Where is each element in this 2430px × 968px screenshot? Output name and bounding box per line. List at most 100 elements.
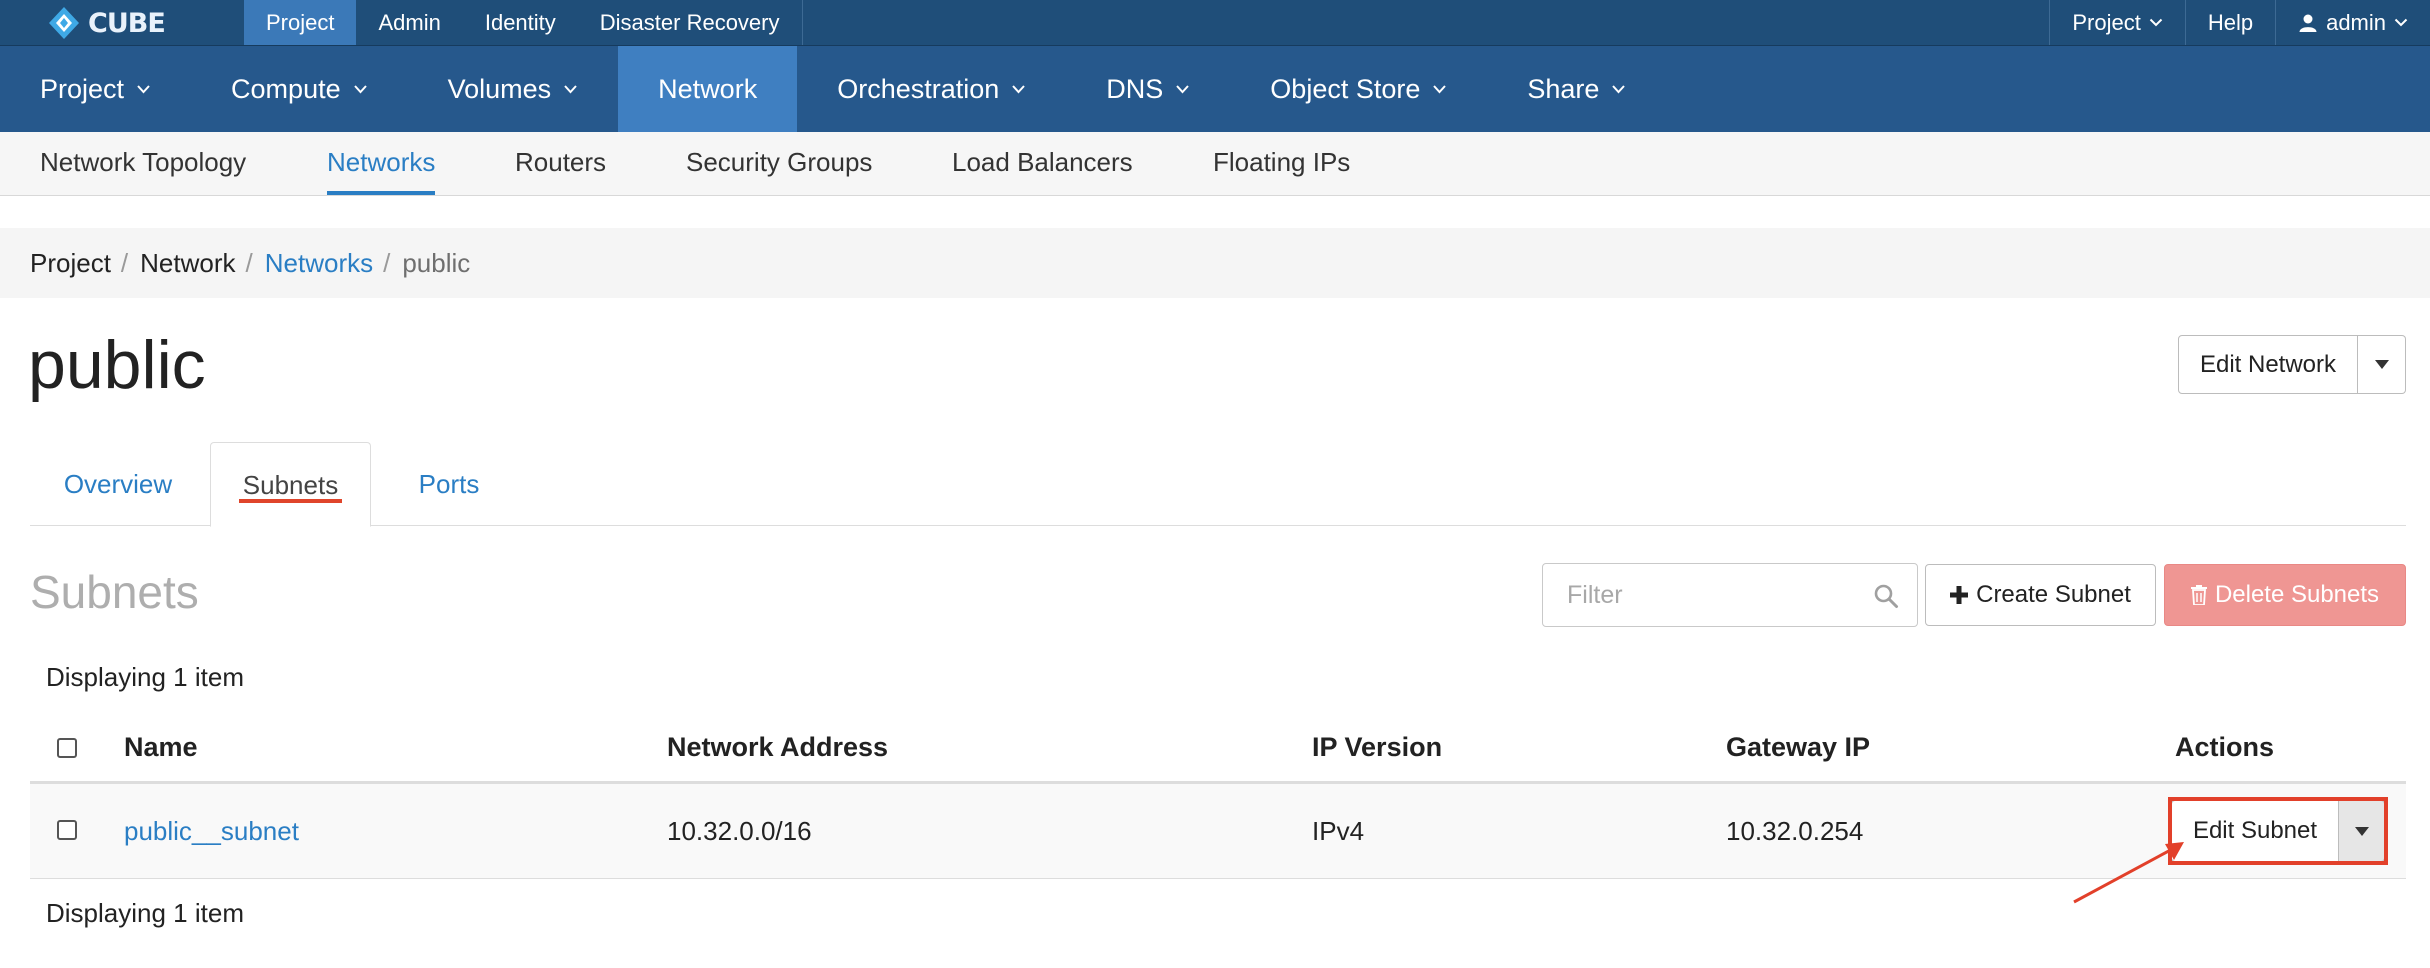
project-selector[interactable]: Project [2049, 0, 2184, 45]
create-subnet-button[interactable]: Create Subnet [1925, 564, 2156, 626]
tab-overview-label: Overview [63, 469, 173, 499]
subnav-load-balancers[interactable]: Load Balancers [952, 132, 1133, 195]
chevron-down-icon [1433, 85, 1447, 94]
caret-down-icon [2374, 360, 2389, 369]
chevron-down-icon [2149, 18, 2163, 27]
column-ip-version[interactable]: IP Version [1312, 714, 1442, 781]
subnet-name-link[interactable]: public__subnet [124, 784, 299, 878]
nav-project-label: Project [40, 74, 125, 104]
top-tab-project[interactable]: Project [244, 0, 357, 45]
breadcrumb-networks-link[interactable]: Networks [265, 248, 373, 279]
filter-input[interactable] [1543, 564, 1863, 626]
trash-icon [2190, 585, 2207, 605]
row-actions: Edit Subnet [2168, 797, 2388, 865]
top-level-tabs: Project Admin Identity Disaster Recovery [244, 0, 803, 45]
row-checkbox[interactable] [57, 820, 77, 840]
nav-volumes[interactable]: Volumes [408, 46, 619, 132]
breadcrumb-separator: / [245, 247, 253, 278]
tab-subnets[interactable]: Subnets [210, 442, 371, 527]
nav-object-store-label: Object Store [1270, 74, 1421, 104]
help-label: Help [2207, 10, 2254, 35]
column-network-address[interactable]: Network Address [667, 714, 888, 781]
nav-project[interactable]: Project [0, 46, 191, 132]
plus-icon [1950, 586, 1969, 604]
network-actions-dropdown[interactable] [2358, 335, 2406, 394]
chevron-down-icon [353, 85, 367, 94]
nav-dns[interactable]: DNS [1066, 46, 1230, 132]
display-count-top: Displaying 1 item [46, 662, 244, 692]
row-actions-dropdown[interactable] [2339, 800, 2385, 862]
chevron-down-icon [137, 85, 150, 94]
brand[interactable]: CUBE [46, 0, 166, 46]
column-actions: Actions [2175, 732, 2275, 762]
tab-ports-label: Ports [418, 469, 480, 499]
chevron-down-icon [564, 85, 577, 94]
nav-dns-label: DNS [1106, 74, 1164, 104]
nav-network[interactable]: Network [618, 46, 798, 132]
main-navigation: Project Compute Volumes Network Orchestr… [0, 46, 2430, 132]
chevron-down-icon [1012, 85, 1026, 94]
tab-subnets-label: Subnets [242, 470, 339, 500]
column-name[interactable]: Name [124, 714, 198, 781]
delete-subnets-button[interactable]: Delete Subnets [2164, 564, 2406, 626]
breadcrumb-separator: / [120, 247, 129, 278]
table-row: public__subnet 10.32.0.0/16 IPv4 10.32.0… [30, 784, 2406, 879]
top-tab-admin[interactable]: Admin [356, 0, 462, 45]
column-gateway-ip[interactable]: Gateway IP [1726, 714, 1870, 781]
tab-overview[interactable]: Overview [30, 442, 206, 526]
edit-network-button[interactable]: Edit Network [2178, 335, 2358, 394]
user-label: admin [2326, 10, 2386, 35]
nav-compute-label: Compute [231, 74, 341, 104]
subnav-networks[interactable]: Networks [327, 132, 436, 195]
breadcrumb-network: Network [140, 247, 236, 278]
nav-share[interactable]: Share [1487, 46, 1666, 132]
breadcrumb-project: Project [30, 247, 111, 278]
delete-subnets-label: Delete Subnets [2214, 581, 2380, 608]
top-bar: CUBE Project Admin Identity Disaster Rec… [0, 0, 2430, 46]
chevron-down-icon [1176, 85, 1190, 94]
subnav-routers[interactable]: Routers [515, 132, 606, 195]
breadcrumb-current: public [402, 247, 471, 278]
annotation-arrow-icon [2073, 842, 2184, 904]
subnets-section-title: Subnets [30, 566, 199, 618]
subnets-table-header: Name Network Address IP Version Gateway … [30, 714, 2406, 784]
active-tab-underline [239, 499, 342, 503]
network-actions: Edit Network [2178, 335, 2406, 394]
subnet-network-address: 10.32.0.0/16 [667, 816, 812, 846]
nav-orchestration[interactable]: Orchestration [797, 46, 1066, 132]
nav-share-label: Share [1527, 74, 1600, 104]
display-count-bottom: Displaying 1 item [46, 898, 244, 928]
top-right-menu: Project Help admin [2049, 0, 2430, 45]
page-title: public [28, 327, 206, 403]
select-all-checkbox[interactable] [57, 738, 77, 758]
sub-navigation: Network Topology Networks Routers Securi… [0, 132, 2430, 196]
detail-tabs: Overview Subnets Ports [30, 442, 2406, 527]
breadcrumb: Project / Network / Networks / public [0, 228, 2430, 298]
nav-compute[interactable]: Compute [191, 46, 408, 132]
chevron-down-icon [1612, 85, 1626, 94]
chevron-down-icon [2394, 18, 2408, 27]
top-tab-disaster-recovery[interactable]: Disaster Recovery [578, 0, 802, 45]
help-link[interactable]: Help [2184, 0, 2275, 45]
project-selector-label: Project [2072, 10, 2141, 35]
subnav-security-groups[interactable]: Security Groups [686, 132, 872, 195]
subnav-network-topology[interactable]: Network Topology [40, 132, 246, 195]
subnet-ip-version: IPv4 [1312, 816, 1365, 846]
top-tab-identity[interactable]: Identity [463, 0, 578, 45]
subnet-gateway-ip: 10.32.0.254 [1726, 816, 1864, 846]
cube-logo-icon [49, 7, 79, 39]
subnav-floating-ips[interactable]: Floating IPs [1213, 132, 1350, 195]
search-icon[interactable] [1873, 583, 1899, 609]
breadcrumb-separator: / [383, 247, 391, 278]
caret-down-icon [2354, 826, 2369, 836]
user-menu[interactable]: admin [2275, 0, 2430, 45]
brand-name: CUBE [88, 7, 166, 39]
filter-box [1542, 563, 1918, 627]
user-icon [2299, 14, 2317, 32]
create-subnet-label: Create Subnet [1976, 581, 2131, 608]
nav-volumes-label: Volumes [447, 74, 552, 104]
nav-object-store[interactable]: Object Store [1230, 46, 1487, 132]
tab-ports[interactable]: Ports [375, 442, 523, 526]
nav-orchestration-label: Orchestration [837, 74, 1000, 104]
nav-network-label: Network [658, 74, 758, 104]
